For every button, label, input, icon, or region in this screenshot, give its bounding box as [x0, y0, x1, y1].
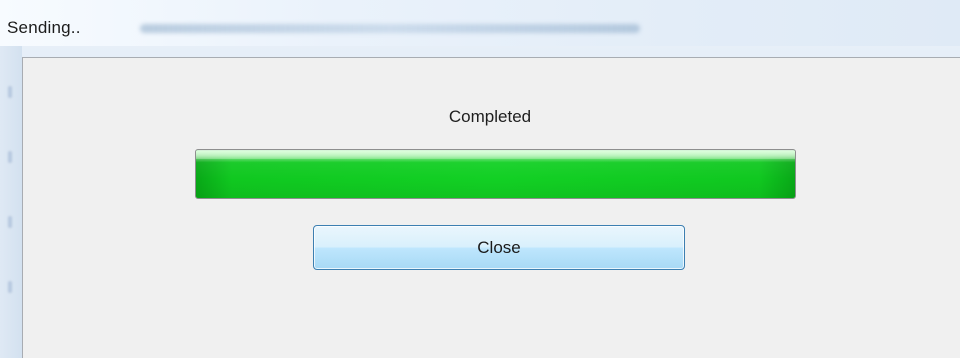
blurred-background-mark [8, 216, 12, 228]
dialog-content [22, 57, 960, 358]
window-side-border [0, 46, 22, 358]
status-label: Completed [448, 107, 532, 126]
window-title: Sending.. [7, 18, 81, 37]
dialog-window: Sending.. Completed Close [0, 0, 960, 358]
blurred-background-mark [8, 281, 12, 293]
blurred-background-mark [8, 151, 12, 163]
progress-bar [195, 149, 796, 199]
blurred-background-mark [8, 86, 12, 98]
title-bar[interactable]: Sending.. [0, 0, 960, 46]
progress-fill [196, 150, 795, 198]
close-button[interactable]: Close [313, 225, 685, 270]
blurred-background-text [140, 24, 640, 33]
